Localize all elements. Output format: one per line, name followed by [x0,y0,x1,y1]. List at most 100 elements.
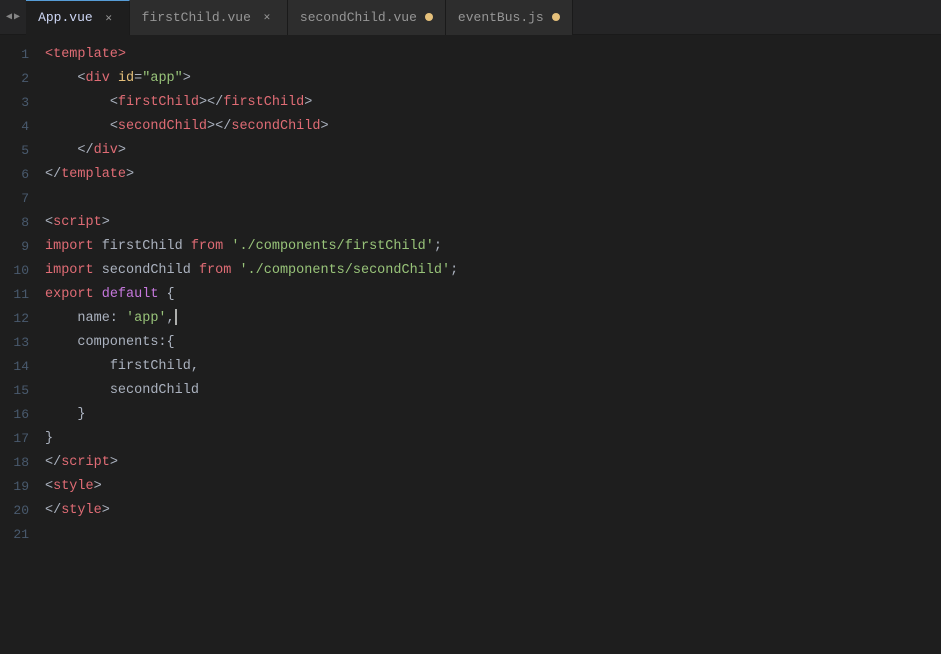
line-number: 1 [0,43,45,67]
tab-bar: ◀ ▶ App.vue ✕ firstChild.vue ✕ secondChild.v… [0,0,941,35]
token-text: ; [450,263,458,278]
token-tag: <template> [45,47,126,62]
token-keyword: from [191,239,223,254]
line-number: 10 [0,259,45,283]
tab-close-icon[interactable]: ✕ [101,10,117,26]
token-bracket: > [102,215,110,230]
tab-modified-dot [552,13,560,21]
line-content: </style> [45,499,110,523]
line-content: </script> [45,451,118,475]
tab-first-child-vue[interactable]: firstChild.vue ✕ [130,0,288,35]
tab-label: eventBus.js [458,10,544,25]
tab-app-vue[interactable]: App.vue ✕ [26,0,130,35]
line-number: 12 [0,307,45,331]
token-tag: style [53,479,94,494]
line-5: 5 </div> [0,139,941,163]
left-arrow-icon[interactable]: ◀ [6,11,12,23]
token-indent [45,71,77,86]
token-text: firstChild, [110,359,199,374]
token-bracket: > [94,479,102,494]
token-bracket: < [110,119,118,134]
token-tag: div [94,143,118,158]
tab-label: secondChild.vue [300,10,417,25]
line-content: firstChild, [45,355,199,379]
token-indent [45,311,77,326]
line-content: </div> [45,139,126,163]
line-17: 17} [0,427,941,451]
token-indent [45,119,110,134]
line-number: 7 [0,187,45,211]
token-keyword: import [45,239,94,254]
tab-label: App.vue [38,10,93,25]
token-bracket: ></ [199,95,223,110]
line-number: 8 [0,211,45,235]
tab-modified-dot [425,13,433,21]
token-keyword: export [45,287,94,302]
line-content: export default { [45,283,175,307]
line-4: 4 <secondChild></secondChild> [0,115,941,139]
line-16: 16 } [0,403,941,427]
line-content: <script> [45,211,110,235]
line-number: 15 [0,379,45,403]
token-tag: script [61,455,110,470]
token-tag: style [61,503,102,518]
token-bracket: < [77,71,85,86]
token-indent [45,143,77,158]
token-bracket: < [110,95,118,110]
token-bracket: </ [77,143,93,158]
editor: 1<template>2 <div id="app">3 <firstChild… [0,35,941,654]
line-21: 21 [0,523,941,547]
token-keyword-default: default [102,287,159,302]
token-bracket: ></ [207,119,231,134]
line-content: <firstChild></firstChild> [45,91,312,115]
line-number: 6 [0,163,45,187]
token-tag: template [61,167,126,182]
token-attr-name: id [118,71,134,86]
token-indent [45,407,77,422]
line-number: 9 [0,235,45,259]
line-6: 6</template> [0,163,941,187]
line-number: 11 [0,283,45,307]
line-13: 13 components:{ [0,331,941,355]
line-content: } [45,403,86,427]
token-tag: script [53,215,102,230]
line-14: 14 firstChild, [0,355,941,379]
token-tag: secondChild [231,119,320,134]
token-bracket [110,71,118,86]
line-content: secondChild [45,379,199,403]
line-content: <div id="app"> [45,67,191,91]
right-arrow-icon[interactable]: ▶ [14,11,20,23]
line-content: import secondChild from './components/se… [45,259,458,283]
token-keyword: import [45,263,94,278]
tab-nav-arrows[interactable]: ◀ ▶ [0,11,26,23]
line-8: 8<script> [0,211,941,235]
token-text [94,287,102,302]
token-attr-value: "app" [142,71,183,86]
line-number: 20 [0,499,45,523]
token-bracket: > [102,503,110,518]
token-bracket: </ [45,167,61,182]
line-18: 18</script> [0,451,941,475]
token-indent [45,95,110,110]
token-bracket: </ [45,455,61,470]
token-text: } [45,431,53,446]
line-content: } [45,427,53,451]
token-text: name: [77,311,126,326]
tab-second-child-vue[interactable]: secondChild.vue [288,0,446,35]
line-number: 18 [0,451,45,475]
tab-event-bus-js[interactable]: eventBus.js [446,0,573,35]
line-number: 19 [0,475,45,499]
token-text: ; [434,239,442,254]
line-number: 16 [0,403,45,427]
line-number: 4 [0,115,45,139]
token-bracket: > [183,71,191,86]
line-1: 1<template> [0,43,941,67]
token-string: './components/secondChild' [239,263,450,278]
token-indent [45,335,77,350]
line-content: <secondChild></secondChild> [45,115,329,139]
tab-close-icon[interactable]: ✕ [259,9,275,25]
tab-label: firstChild.vue [142,10,251,25]
line-10: 10import secondChild from './components/… [0,259,941,283]
token-text: } [77,407,85,422]
line-content: <style> [45,475,102,499]
